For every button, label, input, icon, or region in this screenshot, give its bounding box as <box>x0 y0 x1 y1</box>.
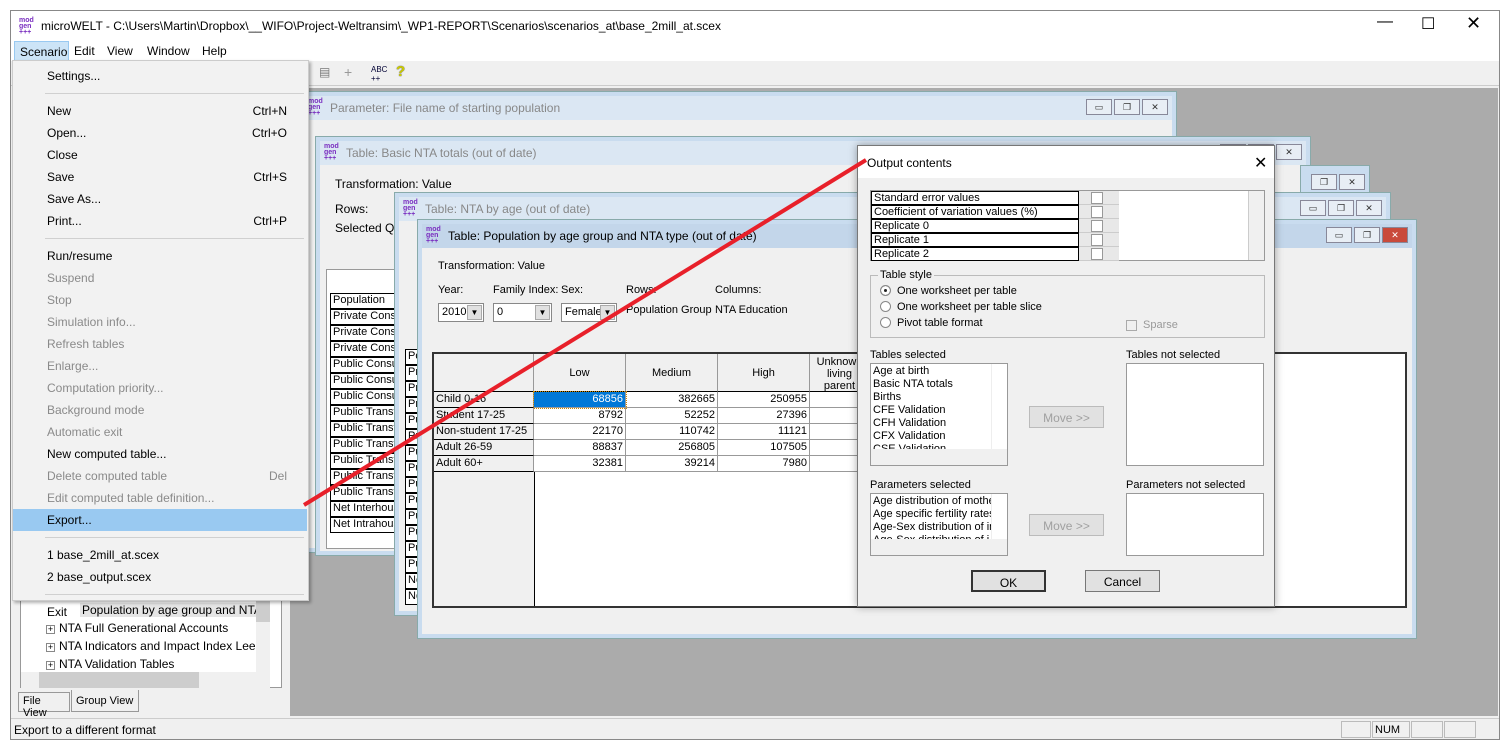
num-lock-indicator: NUM <box>1372 721 1410 738</box>
status-panel <box>1341 721 1371 738</box>
status-bar: Export to a different format NUM <box>11 718 1499 739</box>
status-panel <box>1444 721 1476 738</box>
annotation-arrow-line <box>302 158 868 507</box>
status-panel <box>1411 721 1443 738</box>
status-text: Export to a different format <box>14 723 156 737</box>
